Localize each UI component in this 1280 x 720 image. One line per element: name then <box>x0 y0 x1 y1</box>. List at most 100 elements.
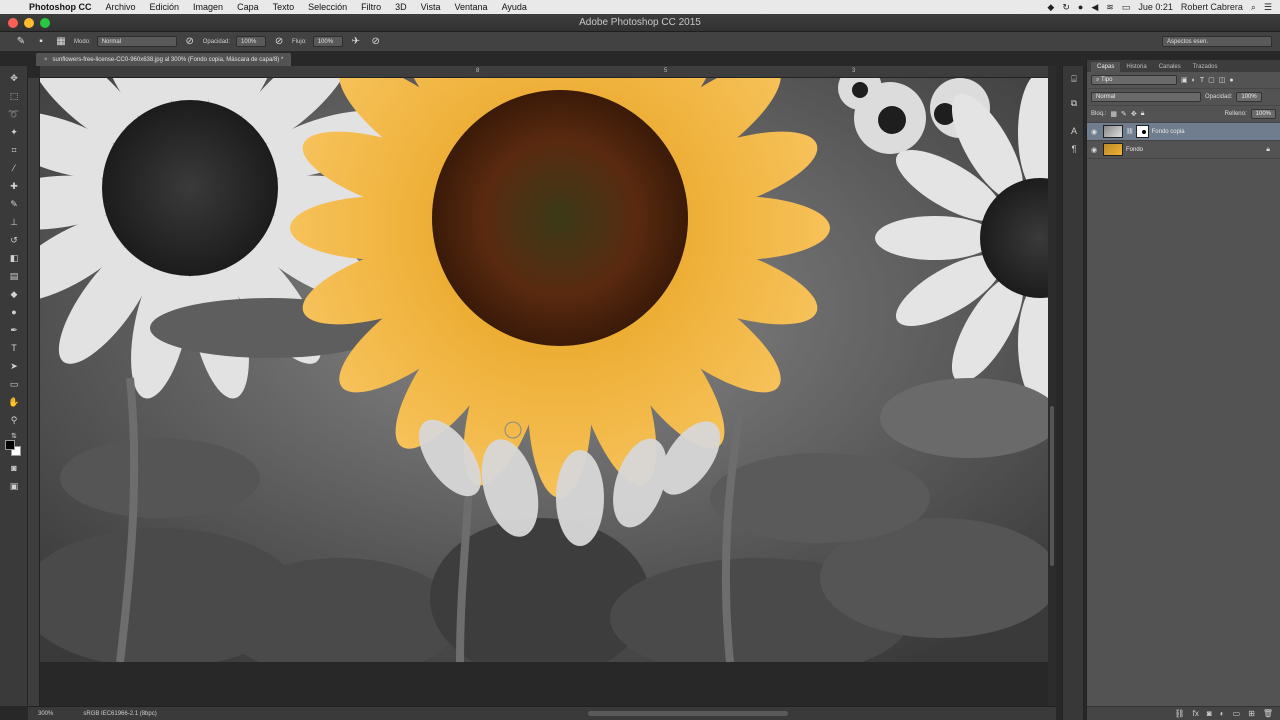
document-tab[interactable]: × sunflowers-free-license-CC0-960x638.jp… <box>36 53 292 66</box>
trash-icon[interactable]: 🗑︎ <box>1263 709 1273 718</box>
layer-filter-select[interactable]: ⌕ Tipo <box>1091 75 1177 85</box>
menu-edicion[interactable]: Edición <box>143 2 187 12</box>
lasso-tool-icon[interactable]: ➰ <box>7 108 21 120</box>
document-canvas[interactable] <box>40 78 1048 706</box>
filter-pixel-icon[interactable]: ▣ <box>1181 76 1188 84</box>
link-layers-icon[interactable]: ⛓ <box>1175 709 1185 718</box>
properties-icon[interactable]: ⌸ <box>1067 72 1081 86</box>
eyedropper-tool-icon[interactable]: ⁄ <box>7 162 21 174</box>
opacity-field[interactable]: 100% <box>236 36 267 47</box>
scrollbar-thumb[interactable] <box>1050 406 1054 566</box>
zoom-tool-icon[interactable]: ⚲ <box>7 414 21 426</box>
menu-app[interactable]: Photoshop CC <box>22 2 99 12</box>
close-tab-icon[interactable]: × <box>44 57 48 63</box>
layer-mask-thumbnail[interactable] <box>1135 125 1149 138</box>
brush-size-icon[interactable]: ▪ <box>34 35 48 49</box>
search-icon[interactable]: ⌕ <box>1251 2 1256 13</box>
new-layer-icon[interactable]: ⊞ <box>1248 709 1255 718</box>
vertical-scrollbar[interactable] <box>1048 66 1056 706</box>
volume-icon[interactable]: ◀ <box>1091 2 1098 13</box>
menubar-user[interactable]: Robert Cabrera <box>1181 2 1243 12</box>
pressure-size-icon[interactable]: ⊘ <box>369 35 383 49</box>
hand-tool-icon[interactable]: ✋ <box>7 396 21 408</box>
brush-tool-icon[interactable]: ✎ <box>7 198 21 210</box>
visibility-eye-icon[interactable]: ◉ <box>1091 146 1103 154</box>
layer-fondo[interactable]: ◉ Fondo 🔒︎ <box>1087 141 1280 159</box>
move-tool-icon[interactable]: ✥ <box>7 72 21 84</box>
adjustments-icon[interactable]: ⧉ <box>1067 96 1081 110</box>
menubar-clock[interactable]: Jue 0:21 <box>1138 2 1173 12</box>
blur-tool-icon[interactable]: ◆ <box>7 288 21 300</box>
type-tool-icon[interactable]: T <box>7 342 21 354</box>
lock-pixels-icon[interactable]: ✎ <box>1121 110 1127 118</box>
add-mask-icon[interactable]: ◙ <box>1207 709 1212 718</box>
adjustment-layer-icon[interactable]: ◐ <box>1220 709 1225 718</box>
paragraph-icon[interactable]: ¶ <box>1067 142 1081 156</box>
brush-panel-icon[interactable]: ▦ <box>54 35 68 49</box>
layer-opacity-field[interactable]: 100% <box>1236 92 1262 102</box>
lock-position-icon[interactable]: ✥ <box>1131 110 1137 118</box>
tab-canales[interactable]: Canales <box>1153 62 1187 72</box>
screen-mode-icon[interactable]: ▣ <box>7 480 21 492</box>
dropbox-icon[interactable]: ◆ <box>1047 2 1054 13</box>
quick-mask-icon[interactable]: ◙ <box>7 462 21 474</box>
tab-capas[interactable]: Capas <box>1091 62 1121 72</box>
mode-select[interactable]: Normal <box>96 36 177 47</box>
eraser-tool-icon[interactable]: ◧ <box>7 252 21 264</box>
pressure-opacity-icon[interactable]: ⊘ <box>183 35 197 49</box>
menu-capa[interactable]: Capa <box>230 2 266 12</box>
pressure-icon[interactable]: ⊘ <box>272 35 286 49</box>
character-icon[interactable]: A <box>1067 124 1081 138</box>
menu-filtro[interactable]: Filtro <box>354 2 388 12</box>
shape-tool-icon[interactable]: ▭ <box>7 378 21 390</box>
color-profile[interactable]: sRGB IEC61966-2.1 (8bpc) <box>83 711 156 717</box>
record-icon[interactable]: ● <box>1078 2 1083 12</box>
layer-fondo-copia[interactable]: ◉ ⛓ Fondo copia <box>1087 123 1280 141</box>
sunflower-image[interactable] <box>40 78 1048 662</box>
wifi-icon[interactable]: ≋ <box>1106 2 1114 13</box>
quick-selection-tool-icon[interactable]: ✦ <box>7 126 21 138</box>
menu-3d[interactable]: 3D <box>388 2 414 12</box>
menu-imagen[interactable]: Imagen <box>186 2 230 12</box>
tab-historia[interactable]: Historia <box>1120 62 1152 72</box>
pen-tool-icon[interactable]: ✒ <box>7 324 21 336</box>
airbrush-icon[interactable]: ✈ <box>349 35 363 49</box>
gradient-tool-icon[interactable]: ▤ <box>7 270 21 282</box>
clone-stamp-tool-icon[interactable]: ⊥ <box>7 216 21 228</box>
menu-ventana[interactable]: Ventana <box>448 2 495 12</box>
menu-archivo[interactable]: Archivo <box>99 2 143 12</box>
list-icon[interactable]: ☰ <box>1264 2 1272 13</box>
path-selection-tool-icon[interactable]: ➤ <box>7 360 21 372</box>
lock-transparency-icon[interactable]: ▦ <box>1110 110 1117 118</box>
filter-adjustment-icon[interactable]: ◐ <box>1192 77 1196 84</box>
layer-style-icon[interactable]: fx <box>1193 709 1199 718</box>
tab-trazados[interactable]: Trazados <box>1187 62 1224 72</box>
visibility-eye-icon[interactable]: ◉ <box>1091 128 1103 136</box>
menu-vista[interactable]: Vista <box>414 2 448 12</box>
history-brush-tool-icon[interactable]: ↺ <box>7 234 21 246</box>
battery-icon[interactable]: ▭ <box>1122 2 1131 13</box>
filter-type-icon[interactable]: T <box>1200 77 1204 84</box>
blend-mode-select[interactable]: Normal <box>1091 92 1201 102</box>
group-icon[interactable]: ▭ <box>1233 709 1241 718</box>
brush-preset-icon[interactable]: ✎ <box>14 35 28 49</box>
menu-texto[interactable]: Texto <box>266 2 302 12</box>
menu-seleccion[interactable]: Selección <box>301 2 354 12</box>
zoom-level[interactable]: 300% <box>38 711 53 717</box>
foreground-color-swatch[interactable] <box>5 440 15 450</box>
lock-all-icon[interactable]: 🔒︎ <box>1141 110 1145 118</box>
crop-tool-icon[interactable]: ⌗ <box>7 144 21 156</box>
workspace-select[interactable]: Aspectos esen. <box>1162 36 1272 47</box>
sync-icon[interactable]: ↻ <box>1062 2 1070 13</box>
filter-toggle-icon[interactable]: ● <box>1229 77 1233 84</box>
chain-link-icon[interactable]: ⛓ <box>1126 128 1134 135</box>
flow-field[interactable]: 100% <box>312 36 343 47</box>
filter-smart-object-icon[interactable]: ◫ <box>1219 76 1226 84</box>
healing-brush-tool-icon[interactable]: ✚ <box>7 180 21 192</box>
horizontal-scrollbar[interactable] <box>588 711 788 716</box>
marquee-tool-icon[interactable]: ⬚ <box>7 90 21 102</box>
fill-field[interactable]: 100% <box>1250 109 1276 119</box>
dodge-tool-icon[interactable]: ● <box>7 306 21 318</box>
filter-shape-icon[interactable]: ▢ <box>1208 76 1215 84</box>
menu-ayuda[interactable]: Ayuda <box>495 2 534 12</box>
